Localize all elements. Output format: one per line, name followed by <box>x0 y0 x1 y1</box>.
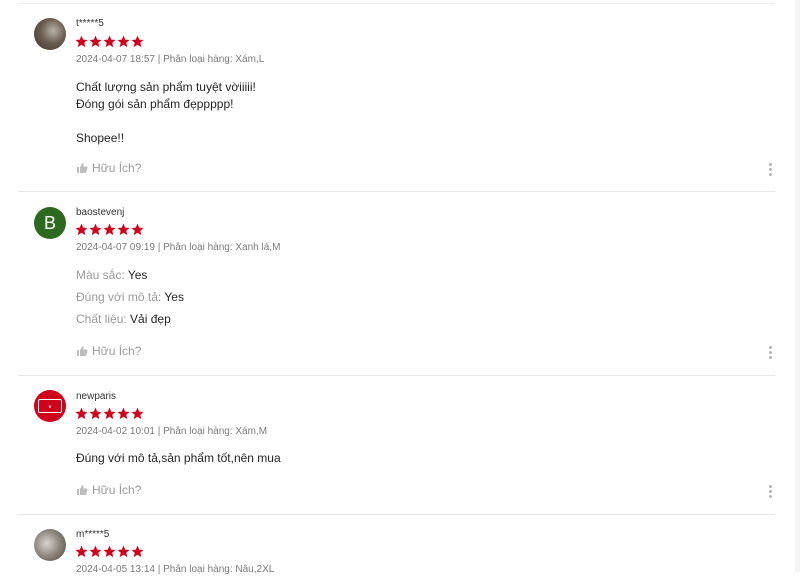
review-attribute: Đúng với mô tả: Yes <box>76 290 184 304</box>
star-icon <box>89 407 102 420</box>
star-icon <box>89 223 102 236</box>
review-item: t*****5 2024-04-07 18:57 | Phân loại hàn… <box>18 4 775 192</box>
review-content-line: Đúng với mô tả,sản phẩm tốt,nên mua <box>76 451 281 465</box>
star-icon <box>103 223 116 236</box>
user-avatar[interactable]: B <box>34 207 66 239</box>
attribute-key: Chất liệu: <box>76 312 127 326</box>
attribute-value: Vải đẹp <box>130 312 171 326</box>
attribute-value: Yes <box>164 290 184 304</box>
review-username: t*****5 <box>76 18 104 29</box>
star-icon <box>117 407 130 420</box>
helpful-button[interactable]: Hữu Ích? <box>76 344 141 358</box>
more-options-icon[interactable] <box>767 485 773 498</box>
review-item: m*****5 2024-04-05 13:14 | Phân loại hàn… <box>18 515 775 585</box>
review-content: Chất lượng sản phẩm tuyệt vờiiiii! Đóng … <box>76 79 256 147</box>
review-username: m*****5 <box>76 529 110 540</box>
star-icon <box>75 223 88 236</box>
helpful-button[interactable]: Hữu Ích? <box>76 161 141 175</box>
thumbs-up-icon <box>77 346 88 356</box>
helpful-button[interactable]: Hữu Ích? <box>76 483 141 497</box>
star-icon <box>75 407 88 420</box>
helpful-label: Hữu Ích? <box>92 161 142 175</box>
star-icon <box>117 545 130 558</box>
star-icon <box>131 545 144 558</box>
more-options-icon[interactable] <box>767 163 773 176</box>
review-meta: 2024-04-07 09:19 | Phân loại hàng: Xanh … <box>76 242 281 253</box>
more-options-icon[interactable] <box>767 346 773 359</box>
review-content-line <box>76 113 256 130</box>
helpful-label: Hữu Ích? <box>92 344 142 358</box>
user-avatar[interactable] <box>34 18 66 50</box>
review-content-line: Chất lượng sản phẩm tuyệt vờiiiii! <box>76 80 256 94</box>
star-icon <box>89 35 102 48</box>
review-attribute: Chất liệu: Vải đẹp <box>76 312 171 326</box>
rating-stars <box>75 35 144 48</box>
review-item: ❦ newparis 2024-04-02 10:01 | Phân loại … <box>18 376 775 515</box>
attribute-key: Đúng với mô tả: <box>76 290 162 304</box>
attribute-value: Yes <box>127 268 148 282</box>
star-icon <box>75 35 88 48</box>
star-icon <box>103 545 116 558</box>
rating-stars <box>75 545 144 558</box>
review-meta: 2024-04-02 10:01 | Phân loại hàng: Xám,M <box>76 426 268 437</box>
star-icon <box>131 223 144 236</box>
star-icon <box>103 407 116 420</box>
star-icon <box>131 35 144 48</box>
rating-stars <box>75 223 144 236</box>
user-avatar[interactable] <box>34 529 66 561</box>
review-content: Đúng với mô tả,sản phẩm tốt,nên mua <box>76 450 281 467</box>
star-icon <box>117 223 130 236</box>
review-attribute: Màu sắc: Yes <box>76 268 147 282</box>
rating-stars <box>75 407 144 420</box>
star-icon <box>103 35 116 48</box>
helpful-label: Hữu Ích? <box>92 483 142 497</box>
logo-icon: ❦ <box>38 399 62 413</box>
thumbs-up-icon <box>77 485 88 495</box>
star-icon <box>117 35 130 48</box>
review-content-line: Shopee!! <box>76 131 125 145</box>
review-item: B baostevenj 2024-04-07 09:19 | Phân loạ… <box>18 192 775 376</box>
review-meta: 2024-04-07 18:57 | Phân loại hàng: Xám,L <box>76 54 265 65</box>
review-content-line: Đóng gói sản phẩm đẹppppp! <box>76 97 234 111</box>
star-icon <box>131 407 144 420</box>
scrollbar-track[interactable] <box>795 0 800 572</box>
attribute-key: Màu sắc: <box>76 268 125 282</box>
review-meta: 2024-04-05 13:14 | Phân loại hàng: Nâu,2… <box>76 564 275 575</box>
star-icon <box>89 545 102 558</box>
review-username: baostevenj <box>76 207 125 218</box>
shop-logo-avatar[interactable]: ❦ <box>34 390 66 422</box>
review-list: t*****5 2024-04-07 18:57 | Phân loại hàn… <box>18 0 775 585</box>
review-username: newparis <box>76 391 117 402</box>
star-icon <box>75 545 88 558</box>
thumbs-up-icon <box>77 163 88 173</box>
